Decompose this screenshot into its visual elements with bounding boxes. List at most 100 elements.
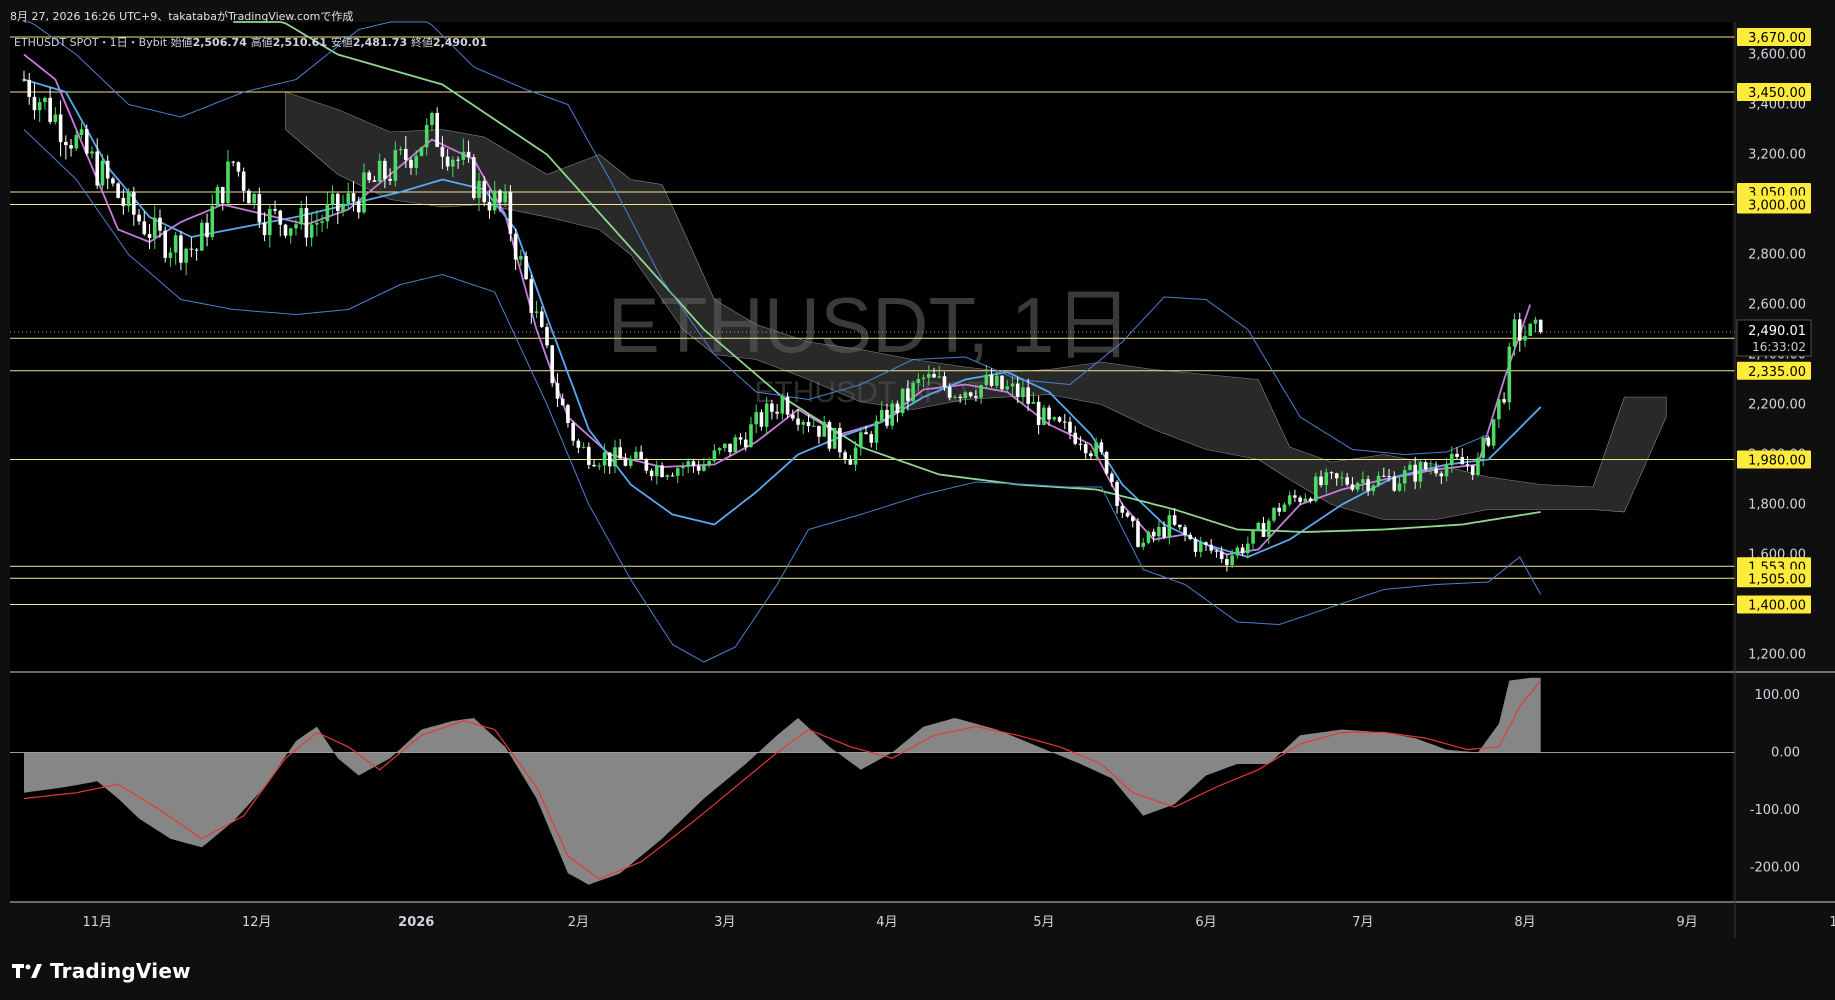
candle-body[interactable] bbox=[377, 160, 382, 182]
candle-body[interactable] bbox=[43, 97, 47, 103]
candle-body[interactable] bbox=[1026, 387, 1030, 404]
candle-body[interactable] bbox=[623, 458, 628, 466]
candle-body[interactable] bbox=[477, 180, 481, 198]
chart-canvas[interactable]: ETHUSDT, 1日ETHUSDT SPOT 1,200.001,400.00… bbox=[0, 0, 1835, 1000]
candle-body[interactable] bbox=[634, 451, 638, 459]
candle-body[interactable] bbox=[743, 439, 748, 448]
symbol-name[interactable]: ETHUSDT SPOT・1日・Bybit bbox=[14, 36, 171, 49]
candle-body[interactable] bbox=[283, 224, 288, 236]
candle-body[interactable] bbox=[1523, 335, 1527, 341]
candle-body[interactable] bbox=[1089, 453, 1093, 457]
candle-body[interactable] bbox=[137, 214, 141, 222]
candle-body[interactable] bbox=[811, 425, 816, 427]
candle-body[interactable] bbox=[1371, 485, 1376, 492]
candle-body[interactable] bbox=[74, 135, 79, 149]
candle-body[interactable] bbox=[675, 468, 680, 476]
candle-body[interactable] bbox=[817, 425, 821, 437]
candle-body[interactable] bbox=[1455, 453, 1459, 457]
candle-body[interactable] bbox=[95, 151, 100, 186]
candle-body[interactable] bbox=[859, 432, 863, 448]
candle-body[interactable] bbox=[132, 192, 136, 215]
candle-body[interactable] bbox=[1042, 407, 1046, 425]
candle-body[interactable] bbox=[1183, 527, 1187, 535]
candle-body[interactable] bbox=[294, 224, 298, 229]
candle-body[interactable] bbox=[1073, 432, 1078, 444]
candle-body[interactable] bbox=[424, 125, 429, 148]
candle-body[interactable] bbox=[320, 221, 324, 223]
candle-body[interactable] bbox=[1052, 417, 1057, 420]
candle-body[interactable] bbox=[524, 256, 528, 280]
candle-body[interactable] bbox=[979, 385, 983, 398]
candle-body[interactable] bbox=[869, 434, 874, 443]
candle-body[interactable] bbox=[288, 228, 293, 236]
candle-body[interactable] bbox=[173, 235, 178, 253]
candle-body[interactable] bbox=[843, 452, 847, 460]
candle-body[interactable] bbox=[419, 147, 424, 156]
candle-body[interactable] bbox=[503, 192, 507, 203]
candle-body[interactable] bbox=[430, 112, 434, 126]
candle-body[interactable] bbox=[602, 452, 607, 466]
candle-body[interactable] bbox=[1329, 472, 1334, 474]
candle-body[interactable] bbox=[1157, 526, 1161, 537]
candle-body[interactable] bbox=[759, 412, 764, 427]
candle-body[interactable] bbox=[205, 222, 209, 238]
candle-body[interactable] bbox=[346, 193, 351, 204]
candle-body[interactable] bbox=[341, 203, 345, 212]
candle-body[interactable] bbox=[1533, 319, 1538, 324]
candle-body[interactable] bbox=[738, 437, 743, 440]
candle-body[interactable] bbox=[241, 171, 246, 191]
candle-body[interactable] bbox=[1240, 547, 1245, 554]
candle-body[interactable] bbox=[1036, 401, 1041, 425]
candle-body[interactable] bbox=[168, 252, 173, 258]
candle-body[interactable] bbox=[989, 374, 994, 386]
candle-body[interactable] bbox=[1350, 484, 1355, 490]
candle-body[interactable] bbox=[1136, 521, 1140, 547]
candle-body[interactable] bbox=[592, 464, 596, 467]
candle-body[interactable] bbox=[1246, 543, 1250, 554]
candle-body[interactable] bbox=[911, 382, 915, 401]
candle-body[interactable] bbox=[64, 141, 68, 146]
candle-body[interactable] bbox=[519, 256, 523, 260]
candle-body[interactable] bbox=[79, 129, 84, 136]
candle-body[interactable] bbox=[780, 396, 785, 414]
candle-body[interactable] bbox=[309, 224, 314, 238]
candle-body[interactable] bbox=[1178, 524, 1182, 528]
candle-body[interactable] bbox=[1031, 401, 1036, 404]
candle-body[interactable] bbox=[937, 376, 942, 378]
candle-body[interactable] bbox=[1277, 507, 1281, 512]
candle-body[interactable] bbox=[890, 403, 894, 426]
candle-body[interactable] bbox=[707, 461, 711, 466]
candle-body[interactable] bbox=[566, 405, 570, 423]
candle-body[interactable] bbox=[717, 448, 722, 451]
candle-body[interactable] bbox=[1062, 421, 1067, 423]
candle-body[interactable] bbox=[1293, 495, 1297, 498]
candle-body[interactable] bbox=[27, 79, 32, 97]
candle-body[interactable] bbox=[58, 114, 63, 142]
candle-body[interactable] bbox=[1219, 551, 1224, 560]
candle-body[interactable] bbox=[1130, 516, 1135, 522]
candle-body[interactable] bbox=[785, 396, 790, 415]
candle-body[interactable] bbox=[69, 145, 73, 149]
candle-body[interactable] bbox=[607, 452, 612, 467]
candle-body[interactable] bbox=[926, 373, 931, 378]
candle-body[interactable] bbox=[916, 379, 921, 383]
candle-body[interactable] bbox=[194, 249, 199, 251]
candle-body[interactable] bbox=[1110, 473, 1114, 482]
candle-body[interactable] bbox=[362, 172, 366, 213]
candle-body[interactable] bbox=[1497, 399, 1501, 420]
candle-body[interactable] bbox=[163, 230, 168, 258]
candle-body[interactable] bbox=[1382, 475, 1386, 477]
candle-body[interactable] bbox=[1517, 319, 1522, 341]
candle-body[interactable] bbox=[1104, 451, 1109, 474]
candle-body[interactable] bbox=[597, 465, 602, 467]
candle-body[interactable] bbox=[550, 345, 555, 384]
candle-body[interactable] bbox=[1460, 456, 1465, 465]
candle-body[interactable] bbox=[587, 446, 591, 465]
candle-body[interactable] bbox=[681, 466, 685, 469]
candle-body[interactable] bbox=[1282, 504, 1287, 512]
candle-body[interactable] bbox=[696, 465, 701, 471]
candle-body[interactable] bbox=[1256, 522, 1261, 531]
candle-body[interactable] bbox=[1324, 472, 1329, 486]
candle-body[interactable] bbox=[932, 373, 936, 378]
candle-body[interactable] bbox=[848, 459, 853, 465]
